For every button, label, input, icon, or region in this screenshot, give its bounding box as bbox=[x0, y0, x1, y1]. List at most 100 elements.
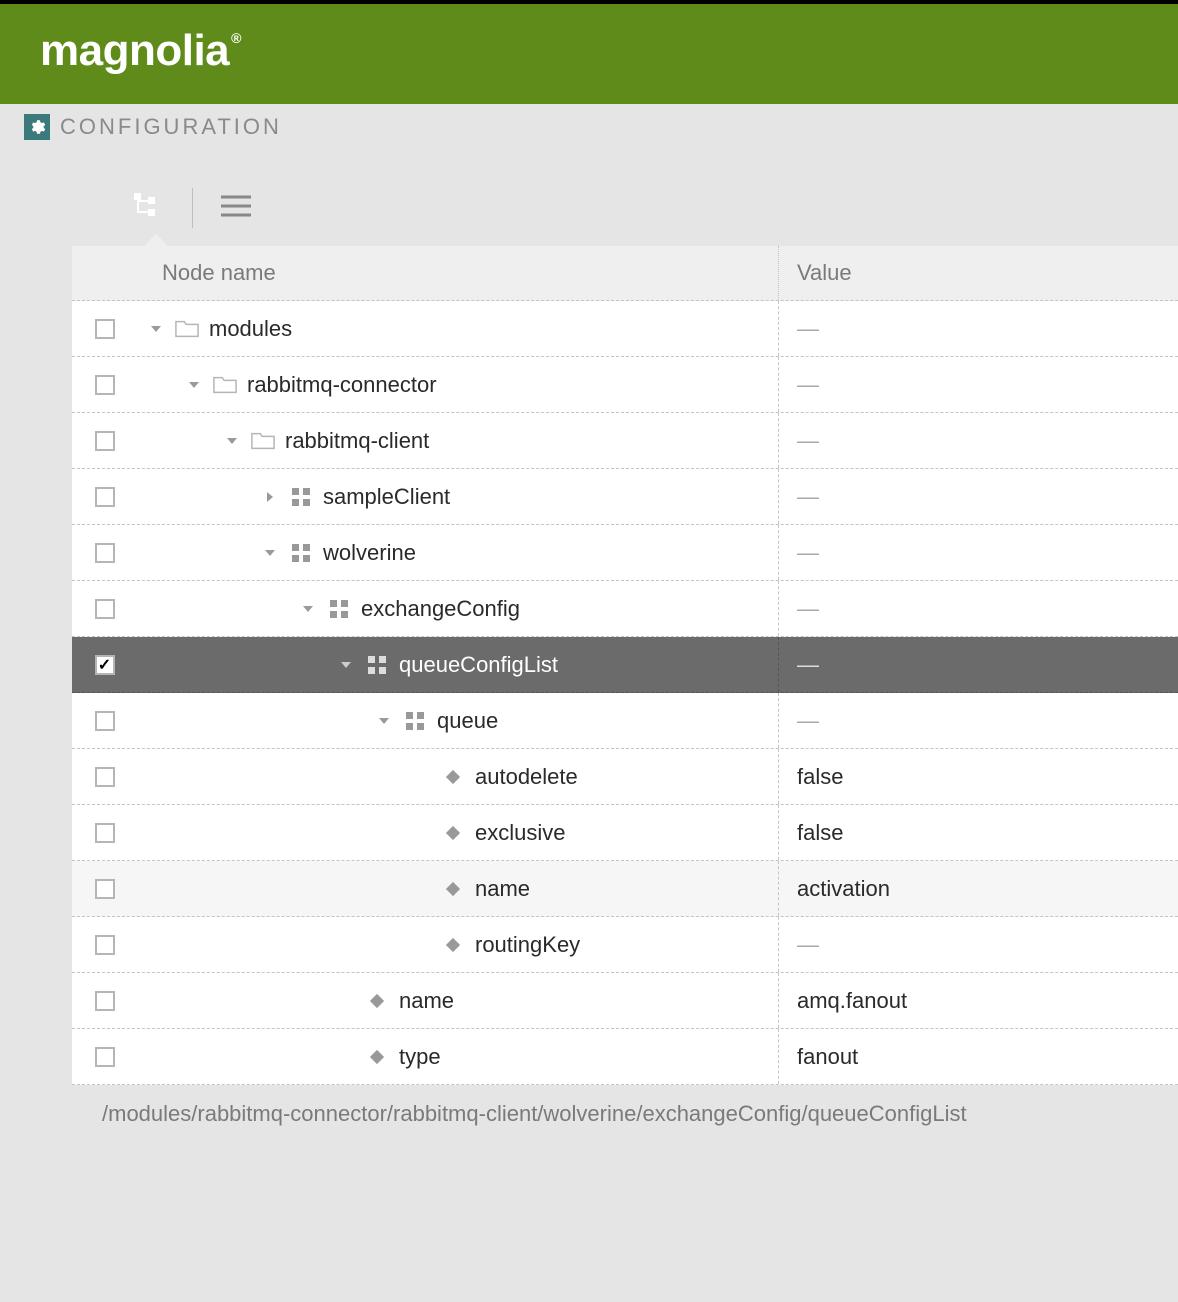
table-row[interactable]: exclusive false bbox=[72, 805, 1178, 861]
list-view-icon[interactable] bbox=[221, 194, 251, 223]
property-icon bbox=[441, 821, 465, 845]
node-cell: wolverine bbox=[117, 525, 779, 580]
row-checkbox[interactable] bbox=[95, 767, 115, 787]
checkbox-cell bbox=[72, 655, 117, 675]
node-label: modules bbox=[209, 316, 292, 342]
node-cell: exclusive bbox=[117, 805, 779, 860]
content-node-icon bbox=[365, 653, 389, 677]
chevron-down-icon[interactable] bbox=[261, 544, 279, 562]
row-checkbox[interactable] bbox=[95, 879, 115, 899]
node-label: exclusive bbox=[475, 820, 565, 846]
content-node-icon bbox=[289, 541, 313, 565]
value-cell: — bbox=[779, 372, 1178, 398]
checkbox-cell bbox=[72, 431, 117, 451]
node-cell: name bbox=[117, 973, 779, 1028]
value-cell: — bbox=[779, 596, 1178, 622]
node-cell: type bbox=[117, 1029, 779, 1084]
row-checkbox[interactable] bbox=[95, 823, 115, 843]
folder-icon bbox=[251, 429, 275, 453]
checkbox-cell bbox=[72, 319, 117, 339]
row-checkbox[interactable] bbox=[95, 431, 115, 451]
chevron-down-icon[interactable] bbox=[375, 712, 393, 730]
checkbox-cell bbox=[72, 543, 117, 563]
column-header-node[interactable]: Node name bbox=[72, 246, 779, 300]
value-text: fanout bbox=[797, 1044, 858, 1069]
node-label: name bbox=[399, 988, 454, 1014]
table-row[interactable]: queue — bbox=[72, 693, 1178, 749]
node-label: type bbox=[399, 1044, 441, 1070]
node-label: queue bbox=[437, 708, 498, 734]
empty-value-dash: — bbox=[797, 372, 819, 397]
node-label: name bbox=[475, 876, 530, 902]
empty-value-dash: — bbox=[797, 484, 819, 509]
row-checkbox[interactable] bbox=[95, 991, 115, 1011]
row-checkbox[interactable] bbox=[95, 319, 115, 339]
chevron-down-icon[interactable] bbox=[185, 376, 203, 394]
node-label: queueConfigList bbox=[399, 652, 558, 678]
chevron-right-icon[interactable] bbox=[261, 488, 279, 506]
property-icon bbox=[441, 933, 465, 957]
node-cell: rabbitmq-client bbox=[117, 413, 779, 468]
node-label: routingKey bbox=[475, 932, 580, 958]
node-label: sampleClient bbox=[323, 484, 450, 510]
row-checkbox[interactable] bbox=[95, 1047, 115, 1067]
value-cell: — bbox=[779, 652, 1178, 678]
table-row[interactable]: autodeletefalse bbox=[72, 749, 1178, 805]
value-text: false bbox=[797, 820, 843, 845]
checkbox-cell bbox=[72, 767, 117, 787]
empty-value-dash: — bbox=[797, 540, 819, 565]
chevron-down-icon[interactable] bbox=[147, 320, 165, 338]
value-cell: false bbox=[779, 820, 1178, 846]
row-checkbox[interactable] bbox=[95, 711, 115, 731]
value-cell: — bbox=[779, 484, 1178, 510]
table-row[interactable]: modules — bbox=[72, 301, 1178, 357]
content-node-icon bbox=[327, 597, 351, 621]
toolbar bbox=[72, 170, 1178, 246]
table-row[interactable]: nameamq.fanout bbox=[72, 973, 1178, 1029]
checkbox-cell bbox=[72, 991, 117, 1011]
value-cell: — bbox=[779, 708, 1178, 734]
table-row[interactable]: name activation bbox=[72, 861, 1178, 917]
row-checkbox[interactable] bbox=[95, 599, 115, 619]
node-cell: autodelete bbox=[117, 749, 779, 804]
content-node-icon bbox=[403, 709, 427, 733]
empty-value-dash: — bbox=[797, 596, 819, 621]
checkbox-cell bbox=[72, 879, 117, 899]
row-checkbox[interactable] bbox=[95, 935, 115, 955]
breadcrumb-path: /modules/rabbitmq-connector/rabbitmq-cli… bbox=[72, 1085, 1178, 1157]
section-title: CONFIGURATION bbox=[60, 114, 282, 140]
column-header-value[interactable]: Value bbox=[779, 246, 1178, 300]
value-cell: activation bbox=[779, 876, 1178, 902]
node-cell: sampleClient bbox=[117, 469, 779, 524]
table-row[interactable]: routingKey— bbox=[72, 917, 1178, 973]
table-row[interactable]: rabbitmq-client— bbox=[72, 413, 1178, 469]
table-row[interactable]: type fanout bbox=[72, 1029, 1178, 1085]
row-checkbox[interactable] bbox=[95, 655, 115, 675]
row-checkbox[interactable] bbox=[95, 487, 115, 507]
chevron-down-icon[interactable] bbox=[223, 432, 241, 450]
property-icon bbox=[441, 765, 465, 789]
brand-text: magnolia bbox=[40, 26, 229, 76]
node-cell: exchangeConfig bbox=[117, 581, 779, 636]
chevron-down-icon[interactable] bbox=[299, 600, 317, 618]
checkbox-cell bbox=[72, 599, 117, 619]
checkbox-cell bbox=[72, 487, 117, 507]
table-row[interactable]: queueConfigList — bbox=[72, 637, 1178, 693]
chevron-down-icon[interactable] bbox=[337, 656, 355, 674]
table-row[interactable]: exchangeConfig — bbox=[72, 581, 1178, 637]
table-row[interactable]: wolverine — bbox=[72, 525, 1178, 581]
brand-header: magnolia ® bbox=[0, 4, 1178, 104]
row-checkbox[interactable] bbox=[95, 543, 115, 563]
row-checkbox[interactable] bbox=[95, 375, 115, 395]
node-label: rabbitmq-client bbox=[285, 428, 429, 454]
table-row[interactable]: rabbitmq-connector— bbox=[72, 357, 1178, 413]
content-node-icon bbox=[289, 485, 313, 509]
table-row[interactable]: sampleClient — bbox=[72, 469, 1178, 525]
content-area: Node name Value modules—rabbitmq-connect… bbox=[0, 150, 1178, 1177]
empty-value-dash: — bbox=[797, 316, 819, 341]
value-cell: — bbox=[779, 540, 1178, 566]
tree-view-icon[interactable] bbox=[134, 193, 164, 224]
node-cell: modules bbox=[117, 301, 779, 356]
checkbox-cell bbox=[72, 375, 117, 395]
value-text: activation bbox=[797, 876, 890, 901]
